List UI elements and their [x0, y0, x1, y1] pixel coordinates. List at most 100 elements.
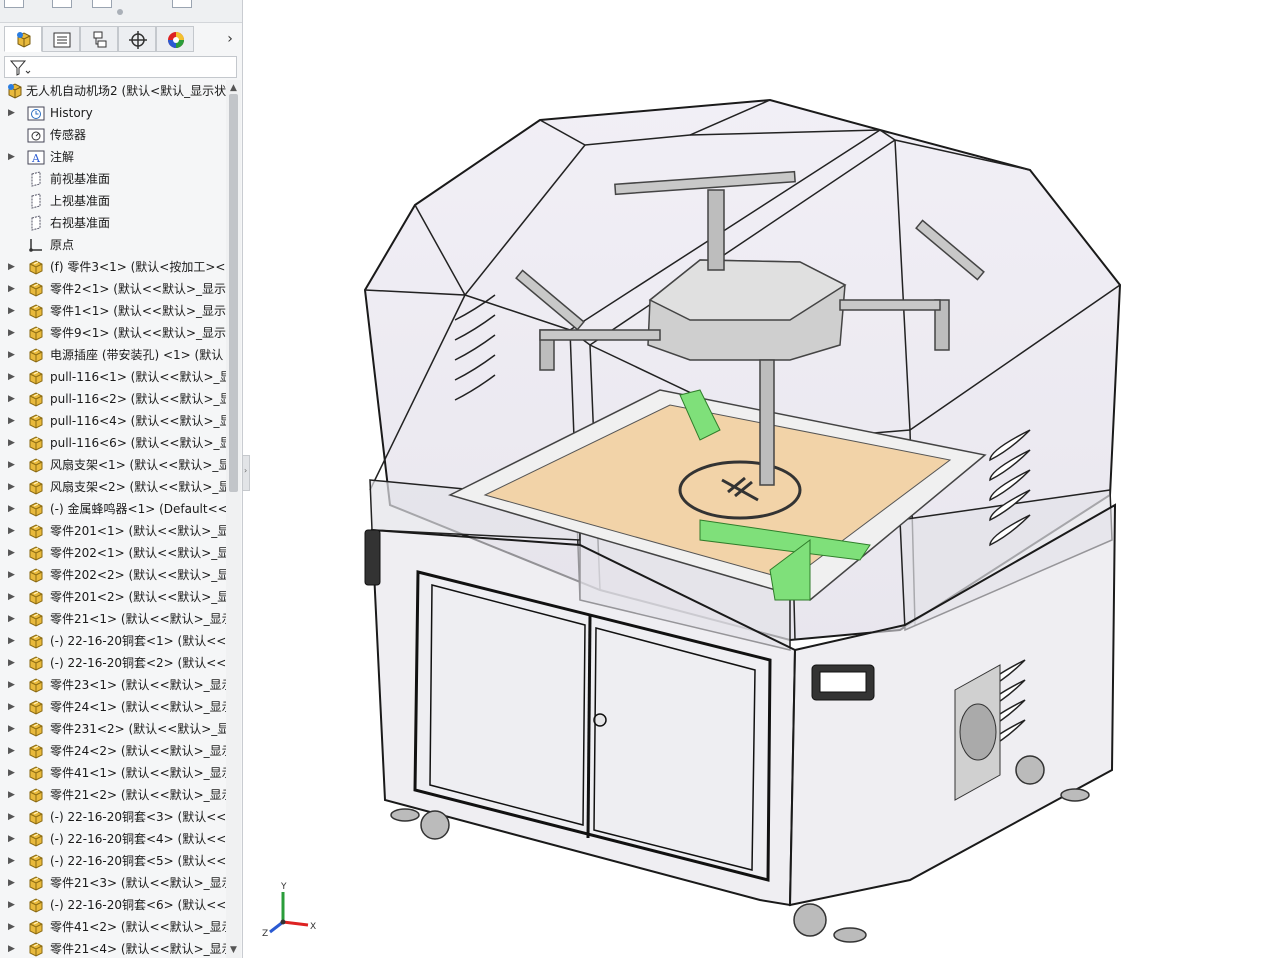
tree-scrollbar[interactable]: ▲ ▼: [226, 80, 241, 958]
expand-arrow-icon[interactable]: ▶: [8, 432, 18, 454]
expand-arrow-icon[interactable]: ▶: [8, 520, 18, 542]
expand-arrow-icon[interactable]: ▶: [8, 696, 18, 718]
tree-item[interactable]: ▶ A 注解: [0, 146, 226, 168]
tree-item[interactable]: ▶ 零件24<1> (默认<<默认>_显示: [0, 696, 226, 718]
tree-item[interactable]: ▶ 零件231<2> (默认<<默认>_显示: [0, 718, 226, 740]
scroll-down-icon[interactable]: ▼: [226, 944, 241, 956]
tree-item[interactable]: ▶ pull-116<1> (默认<<默认>_显示: [0, 366, 226, 388]
expand-arrow-icon[interactable]: ▶: [8, 498, 18, 520]
panel-splitter[interactable]: ›: [242, 455, 250, 491]
expand-arrow-icon[interactable]: ▶: [8, 894, 18, 916]
expand-arrow-icon[interactable]: ▶: [8, 388, 18, 410]
scroll-up-icon[interactable]: ▲: [226, 82, 241, 94]
tree-item[interactable]: ▶ (-) 22-16-20铜套<2> (默认<<默: [0, 652, 226, 674]
expand-arrow-icon[interactable]: ▶: [8, 454, 18, 476]
tree-item[interactable]: ▶ 零件202<2> (默认<<默认>_显示: [0, 564, 226, 586]
tree-item[interactable]: ▶ (f) 零件3<1> (默认<按加工><<: [0, 256, 226, 278]
tree-item[interactable]: 右视基准面: [0, 212, 226, 234]
tree-item[interactable]: ▶ 零件2<1> (默认<<默认>_显示状: [0, 278, 226, 300]
tree-item[interactable]: ▶ (-) 22-16-20铜套<3> (默认<<默: [0, 806, 226, 828]
model-3d-view[interactable]: Y X Z: [250, 0, 1269, 958]
expand-arrow-icon[interactable]: ▶: [8, 476, 18, 498]
part-icon: [27, 435, 45, 451]
expand-arrow-icon[interactable]: ▶: [8, 608, 18, 630]
tree-item[interactable]: ▶ 零件201<1> (默认<<默认>_显示: [0, 520, 226, 542]
tree-item[interactable]: ▶ 零件1<1> (默认<<默认>_显示状: [0, 300, 226, 322]
toolbar-stub-2[interactable]: [52, 0, 72, 8]
expand-arrow-icon[interactable]: ▶: [8, 762, 18, 784]
tree-filter-input[interactable]: [4, 56, 237, 78]
expand-arrow-icon[interactable]: ▶: [8, 916, 18, 938]
expand-arrow-icon[interactable]: ▶: [8, 344, 18, 366]
tree-item[interactable]: ▶ History: [0, 102, 226, 124]
expand-arrow-icon[interactable]: ▶: [8, 366, 18, 388]
tree-item[interactable]: ▶ 零件23<1> (默认<<默认>_显示: [0, 674, 226, 696]
expand-arrow-icon[interactable]: ▶: [8, 278, 18, 300]
tab-more-chevron-icon[interactable]: ›: [222, 31, 238, 47]
expand-arrow-icon[interactable]: ▶: [8, 256, 18, 278]
expand-arrow-icon[interactable]: ▶: [8, 806, 18, 828]
expand-arrow-icon[interactable]: ▶: [8, 146, 18, 168]
part-icon: [27, 545, 45, 561]
tree-item[interactable]: ▶ 零件201<2> (默认<<默认>_显示: [0, 586, 226, 608]
toolbar-stub-3[interactable]: [92, 0, 112, 8]
toolbar-stub-4[interactable]: [172, 0, 192, 8]
tree-item[interactable]: ▶ 零件202<1> (默认<<默认>_显示: [0, 542, 226, 564]
expand-arrow-icon[interactable]: ▶: [8, 630, 18, 652]
tree-item[interactable]: ▶ pull-116<6> (默认<<默认>_显示: [0, 432, 226, 454]
tab-feature-manager[interactable]: [4, 26, 42, 52]
tree-item[interactable]: ▶ pull-116<2> (默认<<默认>_显示: [0, 388, 226, 410]
expand-arrow-icon[interactable]: ▶: [8, 938, 18, 958]
tab-display-manager[interactable]: [156, 26, 194, 52]
expand-arrow-icon[interactable]: ▶: [8, 872, 18, 894]
tree-item[interactable]: 传感器: [0, 124, 226, 146]
tree-item-label: 无人机自动机场2 (默认<默认_显示状: [26, 84, 226, 98]
tree-item[interactable]: ▶ 零件21<2> (默认<<默认>_显示: [0, 784, 226, 806]
tree-item[interactable]: ▶ (-) 22-16-20铜套<5> (默认<<默: [0, 850, 226, 872]
tree-item[interactable]: ▶ 电源插座 (带安装孔) <1> (默认: [0, 344, 226, 366]
tree-item[interactable]: ▶ (-) 22-16-20铜套<4> (默认<<默: [0, 828, 226, 850]
tree-item[interactable]: ▶ 零件24<2> (默认<<默认>_显示: [0, 740, 226, 762]
expand-arrow-icon[interactable]: ▶: [8, 300, 18, 322]
tree-root-assembly[interactable]: 无人机自动机场2 (默认<默认_显示状: [0, 80, 226, 102]
tree-item[interactable]: ▶ pull-116<4> (默认<<默认>_显示: [0, 410, 226, 432]
tree-item[interactable]: 上视基准面: [0, 190, 226, 212]
tree-item[interactable]: ▶ (-) 金属蜂鸣器<1> (Default<<D: [0, 498, 226, 520]
expand-arrow-icon[interactable]: ▶: [8, 740, 18, 762]
expand-arrow-icon[interactable]: ▶: [8, 322, 18, 344]
expand-arrow-icon[interactable]: ▶: [8, 718, 18, 740]
part-icon: [27, 809, 45, 825]
triad-z-label: Z: [262, 929, 268, 939]
tab-configuration-manager[interactable]: [80, 26, 118, 52]
expand-arrow-icon[interactable]: ▶: [8, 410, 18, 432]
tree-item[interactable]: ▶ 零件41<1> (默认<<默认>_显示: [0, 762, 226, 784]
tab-property-manager[interactable]: [42, 26, 80, 52]
tree-item[interactable]: ▶ 零件9<1> (默认<<默认>_显示状: [0, 322, 226, 344]
scroll-thumb[interactable]: [229, 94, 238, 492]
expand-arrow-icon[interactable]: ▶: [8, 784, 18, 806]
tree-item[interactable]: ▶ 零件21<3> (默认<<默认>_显示: [0, 872, 226, 894]
tree-item[interactable]: 原点: [0, 234, 226, 256]
panel-grip-icon[interactable]: [117, 9, 123, 15]
expand-arrow-icon[interactable]: ▶: [8, 542, 18, 564]
tab-dimxpert-manager[interactable]: [118, 26, 156, 52]
part-icon: [27, 611, 45, 627]
expand-arrow-icon[interactable]: ▶: [8, 674, 18, 696]
tree-item[interactable]: ▶ 风扇支架<2> (默认<<默认>_显示: [0, 476, 226, 498]
tree-item[interactable]: ▶ 风扇支架<1> (默认<<默认>_显示: [0, 454, 226, 476]
expand-arrow-icon[interactable]: ▶: [8, 850, 18, 872]
tree-item[interactable]: ▶ 零件41<2> (默认<<默认>_显示: [0, 916, 226, 938]
tree-item[interactable]: ▶ (-) 22-16-20铜套<1> (默认<<默: [0, 630, 226, 652]
toolbar-stub-1[interactable]: [4, 0, 24, 8]
tree-item[interactable]: 前视基准面: [0, 168, 226, 190]
tree-item[interactable]: ▶ 零件21<1> (默认<<默认>_显示: [0, 608, 226, 630]
expand-arrow-icon[interactable]: ▶: [8, 652, 18, 674]
graphics-viewport[interactable]: Y X Z: [250, 0, 1269, 958]
expand-arrow-icon[interactable]: ▶: [8, 828, 18, 850]
tree-item[interactable]: ▶ 零件21<4> (默认<<默认>_显示: [0, 938, 226, 958]
expand-arrow-icon[interactable]: ▶: [8, 102, 18, 124]
expand-arrow-icon[interactable]: ▶: [8, 564, 18, 586]
tree-item-label: 零件41<2> (默认<<默认>_显示: [50, 920, 226, 934]
tree-item[interactable]: ▶ (-) 22-16-20铜套<6> (默认<<默: [0, 894, 226, 916]
expand-arrow-icon[interactable]: ▶: [8, 586, 18, 608]
